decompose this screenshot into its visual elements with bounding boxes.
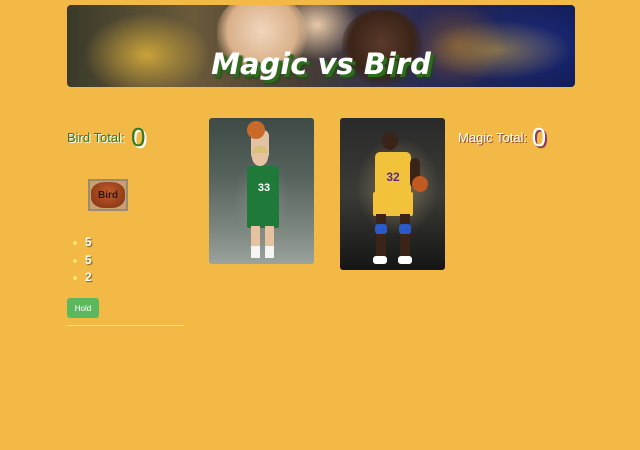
bird-player-image: 33 xyxy=(209,118,314,264)
bird-button-label: Bird xyxy=(98,189,118,201)
bird-total-label: Bird Total: xyxy=(67,130,125,145)
magic-total: Magic Total: 0 xyxy=(458,122,546,153)
banner-image: Magic vs Bird xyxy=(67,5,575,87)
magic-shorts xyxy=(373,192,413,216)
magic-player-image: 32 xyxy=(340,118,445,270)
divider xyxy=(67,325,184,326)
bird-sock xyxy=(265,246,274,258)
game-page: Magic vs Bird Bird Total: 0 Bird 5 5 2 H… xyxy=(0,0,640,450)
bird-jersey-number: 33 xyxy=(257,182,271,194)
banner-title: Magic vs Bird xyxy=(211,47,431,81)
magic-leg xyxy=(376,214,386,258)
magic-head xyxy=(382,132,398,150)
magic-knee-pad xyxy=(375,224,387,234)
basketball-icon xyxy=(412,176,428,192)
bird-total-value: 0 xyxy=(131,122,146,152)
list-item: 5 xyxy=(73,252,92,270)
magic-jersey-number: 32 xyxy=(386,170,400,184)
hold-button[interactable]: Hold xyxy=(67,298,99,318)
magic-leg xyxy=(400,214,410,258)
magic-shoe xyxy=(398,256,412,264)
bird-roll-button[interactable]: Bird xyxy=(88,179,128,211)
bird-hair xyxy=(252,146,268,153)
bird-shorts xyxy=(247,204,279,228)
bird-total: Bird Total: 0 xyxy=(67,122,146,153)
list-item: 2 xyxy=(73,269,92,287)
basketball-icon xyxy=(247,121,265,139)
magic-total-value: 0 xyxy=(531,122,547,152)
list-item: 5 xyxy=(73,234,92,252)
magic-total-label: Magic Total: xyxy=(458,130,528,145)
magic-knee-pad xyxy=(399,224,411,234)
basketball-icon: Bird xyxy=(91,182,125,208)
bird-rolls-list: 5 5 2 xyxy=(73,234,92,287)
bird-sock xyxy=(251,246,260,258)
magic-shoe xyxy=(373,256,387,264)
